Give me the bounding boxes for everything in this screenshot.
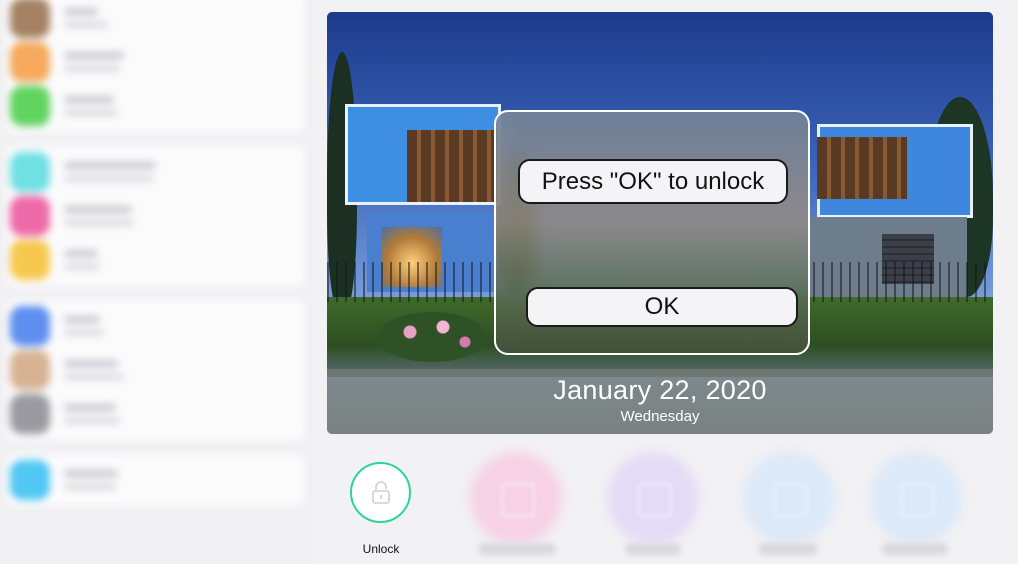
sidebar-item[interactable]: [6, 458, 305, 502]
sidebar-group: [6, 146, 305, 286]
sidebar-item[interactable]: [6, 304, 305, 348]
sidebar-group: [6, 454, 305, 506]
sidebar-item[interactable]: [6, 238, 305, 282]
lock-weekday: Wednesday: [620, 408, 700, 425]
blurred-action-icon: [901, 483, 935, 517]
blurred-action-label: [625, 543, 681, 555]
unlock-prompt: Press "OK" to unlock: [518, 159, 788, 204]
house-left-window: [407, 130, 497, 202]
teal-app-icon: [10, 152, 50, 192]
sidebar-item[interactable]: [6, 194, 305, 238]
sidebar-item[interactable]: [6, 150, 305, 194]
padlock-icon: [371, 480, 390, 504]
sidebar-item[interactable]: [6, 40, 305, 84]
avatar-icon: [10, 0, 50, 38]
settings-sidebar: [0, 0, 315, 564]
blurred-action-icon: [774, 483, 808, 517]
green-app-icon: [10, 86, 50, 126]
house-right-window: [817, 137, 907, 199]
sidebar-group: [6, 300, 305, 440]
tan-app-icon: [10, 350, 50, 390]
blurred-action-label: [882, 543, 948, 555]
orange-app-icon: [10, 42, 50, 82]
blurred-action-icon: [501, 483, 535, 517]
lock-date: January 22, 2020: [553, 375, 767, 405]
sidebar-group: [6, 0, 305, 132]
sidebar-item[interactable]: [6, 392, 305, 436]
sidebar-item[interactable]: [6, 84, 305, 128]
gray-app-icon: [10, 394, 50, 434]
sidebar-item[interactable]: [6, 348, 305, 392]
sidebar-blurred-content: [0, 0, 315, 520]
blurred-action-icon: [638, 483, 672, 517]
ok-button[interactable]: OK: [526, 287, 798, 327]
pink-app-icon: [10, 196, 50, 236]
blurred-action-label: [478, 543, 556, 555]
unlock-button[interactable]: [350, 462, 411, 523]
sidebar-item[interactable]: [6, 0, 305, 40]
unlock-dialog: Press "OK" to unlock OK: [494, 110, 810, 355]
blurred-action-label: [758, 543, 818, 555]
cyan-app-icon: [10, 460, 50, 500]
unlock-label: Unlock: [362, 542, 400, 556]
flower-bush: [377, 312, 487, 362]
blue-app-icon: [10, 306, 50, 346]
yellow-app-icon: [10, 240, 50, 280]
